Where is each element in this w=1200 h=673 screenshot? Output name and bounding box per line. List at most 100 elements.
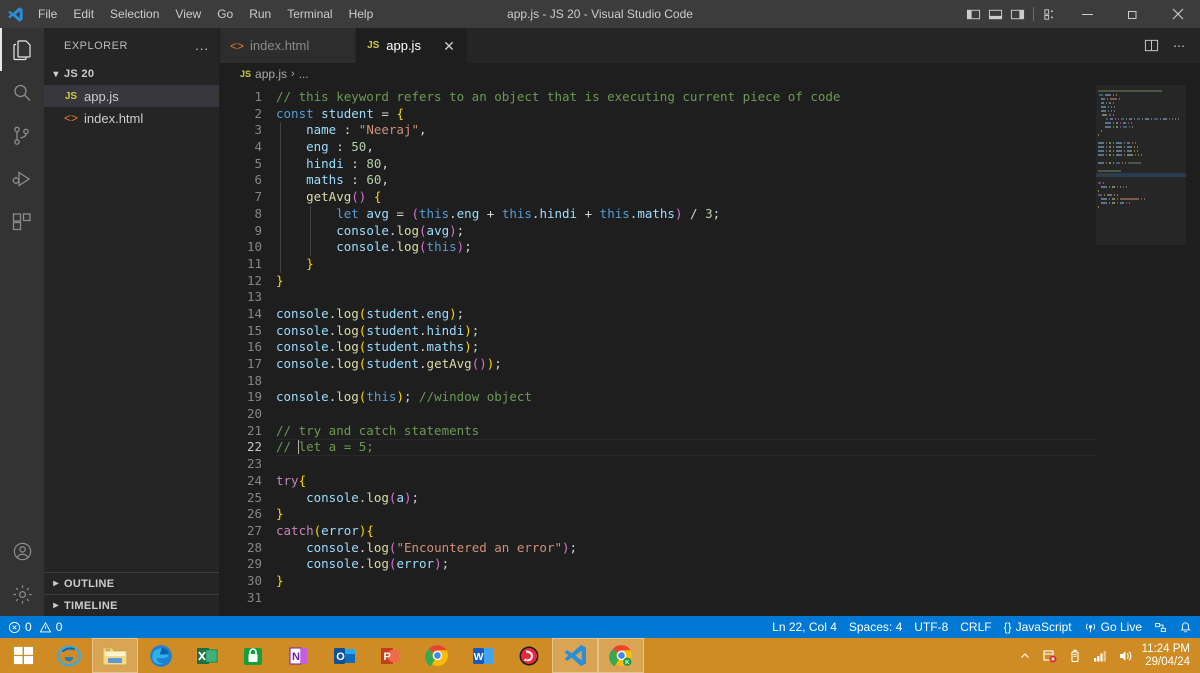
status-indentation[interactable]: Spaces: 4 bbox=[843, 616, 908, 638]
status-cursor-position[interactable]: Ln 22, Col 4 bbox=[766, 616, 843, 638]
code-line[interactable]: // this keyword refers to an object that… bbox=[276, 89, 1200, 106]
manage-settings-gear-icon[interactable] bbox=[0, 573, 44, 616]
code-line[interactable]: console.log(student.getAvg()); bbox=[276, 356, 1200, 373]
outlook-icon[interactable]: O bbox=[322, 638, 368, 673]
code-content[interactable]: // this keyword refers to an object that… bbox=[276, 85, 1200, 616]
volume-icon[interactable] bbox=[1117, 646, 1134, 666]
code-line[interactable]: catch(error){ bbox=[276, 523, 1200, 540]
menu-selection[interactable]: Selection bbox=[102, 3, 167, 25]
breadcrumb-file[interactable]: app.js bbox=[255, 67, 287, 81]
menu-terminal[interactable]: Terminal bbox=[279, 3, 340, 25]
word-icon[interactable]: W bbox=[460, 638, 506, 673]
menu-edit[interactable]: Edit bbox=[65, 3, 102, 25]
code-line[interactable]: console.log(error); bbox=[276, 556, 1200, 573]
sidebar-item-search[interactable] bbox=[0, 71, 44, 114]
sidebar-item-run-and-debug[interactable] bbox=[0, 157, 44, 200]
code-line[interactable]: // let a = 5; bbox=[276, 439, 1200, 456]
code-line[interactable]: } bbox=[276, 273, 1200, 290]
status-remote-icon[interactable] bbox=[1148, 616, 1173, 638]
split-editor-right-icon[interactable] bbox=[1138, 28, 1164, 63]
toggle-panel-icon[interactable] bbox=[984, 0, 1006, 28]
toggle-primary-sidebar-icon[interactable] bbox=[962, 0, 984, 28]
file-explorer-icon[interactable] bbox=[92, 638, 138, 673]
status-language-mode[interactable]: {} JavaScript bbox=[998, 616, 1078, 638]
editor-vertical-scrollbar[interactable] bbox=[1186, 85, 1200, 616]
code-line[interactable] bbox=[276, 456, 1200, 473]
google-chrome-icon[interactable] bbox=[414, 638, 460, 673]
code-line[interactable]: console.log(this); //window object bbox=[276, 389, 1200, 406]
onenote-icon[interactable]: N bbox=[276, 638, 322, 673]
show-hidden-icons-icon[interactable] bbox=[1017, 646, 1034, 666]
code-line[interactable]: hindi : 80, bbox=[276, 156, 1200, 173]
menu-help[interactable]: Help bbox=[341, 3, 382, 25]
close-button[interactable] bbox=[1155, 0, 1200, 28]
menu-run[interactable]: Run bbox=[241, 3, 279, 25]
menu-file[interactable]: File bbox=[30, 3, 65, 25]
code-line[interactable]: name : "Neeraj", bbox=[276, 122, 1200, 139]
start-button[interactable] bbox=[0, 638, 46, 673]
powerpoint-icon[interactable]: P bbox=[368, 638, 414, 673]
timeline-section-header[interactable]: ▸ TIMELINE bbox=[44, 594, 219, 616]
visual-studio-code-icon[interactable] bbox=[552, 638, 598, 673]
status-encoding[interactable]: UTF-8 bbox=[908, 616, 954, 638]
toggle-secondary-sidebar-icon[interactable] bbox=[1006, 0, 1028, 28]
accounts-icon[interactable] bbox=[0, 530, 44, 573]
menu-bar[interactable]: File Edit Selection View Go Run Terminal… bbox=[30, 0, 381, 28]
outline-section-header[interactable]: ▸ OUTLINE bbox=[44, 572, 219, 594]
sidebar-item-source-control[interactable] bbox=[0, 114, 44, 157]
internet-explorer-icon[interactable] bbox=[46, 638, 92, 673]
breadcrumb-symbol[interactable]: ... bbox=[299, 67, 309, 81]
chrome-app-icon[interactable]: K bbox=[598, 638, 644, 673]
code-line[interactable]: } bbox=[276, 573, 1200, 590]
code-line[interactable]: } bbox=[276, 506, 1200, 523]
code-line[interactable] bbox=[276, 590, 1200, 607]
usb-icon[interactable] bbox=[1067, 646, 1084, 666]
tab-close-icon[interactable]: ✕ bbox=[441, 39, 457, 53]
excel-icon[interactable] bbox=[184, 638, 230, 673]
editor-more-actions-icon[interactable]: ⋯ bbox=[1166, 28, 1192, 63]
status-eol[interactable]: CRLF bbox=[954, 616, 997, 638]
minimap[interactable] bbox=[1096, 85, 1186, 616]
code-line[interactable] bbox=[276, 289, 1200, 306]
media-app-icon[interactable] bbox=[506, 638, 552, 673]
code-line[interactable]: console.log(this); bbox=[276, 239, 1200, 256]
menu-go[interactable]: Go bbox=[209, 3, 241, 25]
tab-app-js[interactable]: JS app.js ✕ bbox=[356, 28, 468, 63]
code-editor[interactable]: 1 2 3 4 5 6 7 8 9 10 11 12 13 14 15 16 17 18 19 20 21 22 23 24 2… bbox=[220, 85, 1200, 616]
tab-index-html[interactable]: <> index.html ✕ bbox=[220, 28, 357, 63]
menu-view[interactable]: View bbox=[167, 3, 209, 25]
code-line[interactable]: console.log(student.eng); bbox=[276, 306, 1200, 323]
sidebar-more-actions-icon[interactable]: ... bbox=[195, 38, 209, 53]
code-line[interactable]: getAvg() { bbox=[276, 189, 1200, 206]
code-line[interactable]: console.log(student.hindi); bbox=[276, 323, 1200, 340]
code-line[interactable]: console.log(student.maths); bbox=[276, 339, 1200, 356]
sidebar-item-explorer[interactable] bbox=[0, 28, 44, 71]
network-icon[interactable] bbox=[1092, 646, 1109, 666]
code-line[interactable]: maths : 60, bbox=[276, 172, 1200, 189]
sidebar-item-extensions[interactable] bbox=[0, 200, 44, 243]
code-line[interactable]: console.log("Encountered an error"); bbox=[276, 540, 1200, 557]
file-item-app-js[interactable]: JS app.js bbox=[44, 85, 219, 107]
code-line[interactable]: console.log(avg); bbox=[276, 223, 1200, 240]
code-line[interactable]: try{ bbox=[276, 473, 1200, 490]
status-notifications-bell-icon[interactable] bbox=[1173, 616, 1198, 638]
code-line[interactable] bbox=[276, 406, 1200, 423]
minimize-button[interactable] bbox=[1065, 0, 1110, 28]
customize-layout-icon[interactable] bbox=[1039, 0, 1061, 28]
code-line[interactable]: eng : 50, bbox=[276, 139, 1200, 156]
code-line[interactable]: const student = { bbox=[276, 106, 1200, 123]
security-icon[interactable] bbox=[1042, 646, 1059, 666]
status-problems[interactable]: 0 0 bbox=[2, 616, 68, 638]
minimap-slider[interactable] bbox=[1096, 85, 1186, 245]
breadcrumb[interactable]: JS app.js › ... bbox=[220, 63, 1200, 85]
code-line[interactable]: console.log(a); bbox=[276, 490, 1200, 507]
folder-root-row[interactable]: ▾ JS 20 bbox=[44, 63, 219, 85]
code-line[interactable]: } bbox=[276, 256, 1200, 273]
code-line[interactable] bbox=[276, 373, 1200, 390]
code-line[interactable]: let avg = (this.eng + this.hindi + this.… bbox=[276, 206, 1200, 223]
microsoft-edge-icon[interactable] bbox=[138, 638, 184, 673]
code-line[interactable]: // try and catch statements bbox=[276, 423, 1200, 440]
maximize-button[interactable] bbox=[1110, 0, 1155, 28]
microsoft-store-icon[interactable] bbox=[230, 638, 276, 673]
taskbar-clock[interactable]: 11:24 PM 29/04/24 bbox=[1142, 643, 1194, 669]
